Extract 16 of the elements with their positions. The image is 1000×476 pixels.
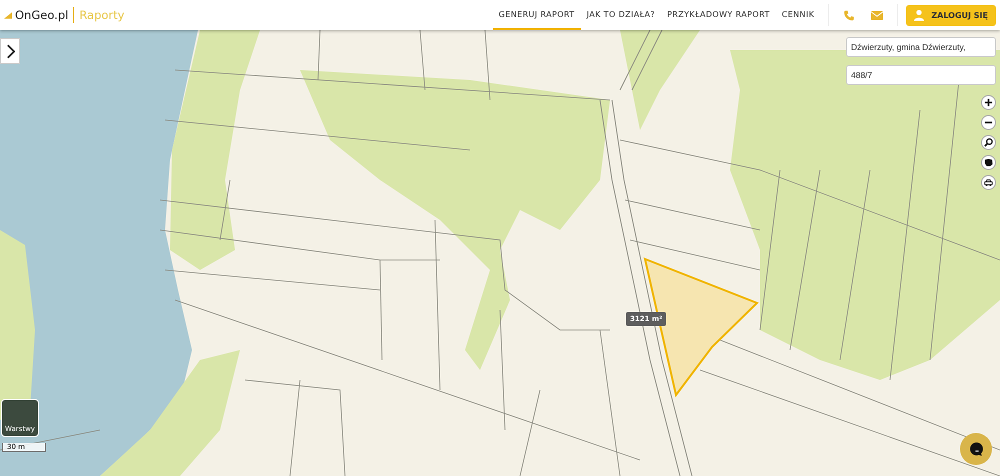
car-icon: [984, 178, 993, 187]
chat-bubble-icon: [968, 442, 984, 456]
logo-icon: [4, 12, 12, 18]
sidebar-toggle[interactable]: [0, 38, 20, 64]
brand-name[interactable]: OnGeo.pl: [15, 8, 68, 22]
country-map-icon: [984, 158, 993, 167]
nav-link[interactable]: PRZYKŁADOWY RAPORT: [661, 0, 776, 30]
search-field[interactable]: 488/7: [846, 65, 996, 85]
plus-icon: [984, 98, 993, 107]
user-icon: [914, 9, 924, 21]
search-field[interactable]: Dźwierzuty, gmina Dźwierzuty,: [846, 37, 996, 57]
search-icon: [984, 138, 993, 147]
nav-link[interactable]: JAK TO DZIAŁA?: [580, 0, 662, 30]
login-button[interactable]: ZALOGUJ SIĘ: [906, 4, 996, 26]
chevron-right-icon: [6, 44, 14, 58]
nav-link[interactable]: CENNIK: [776, 0, 820, 30]
